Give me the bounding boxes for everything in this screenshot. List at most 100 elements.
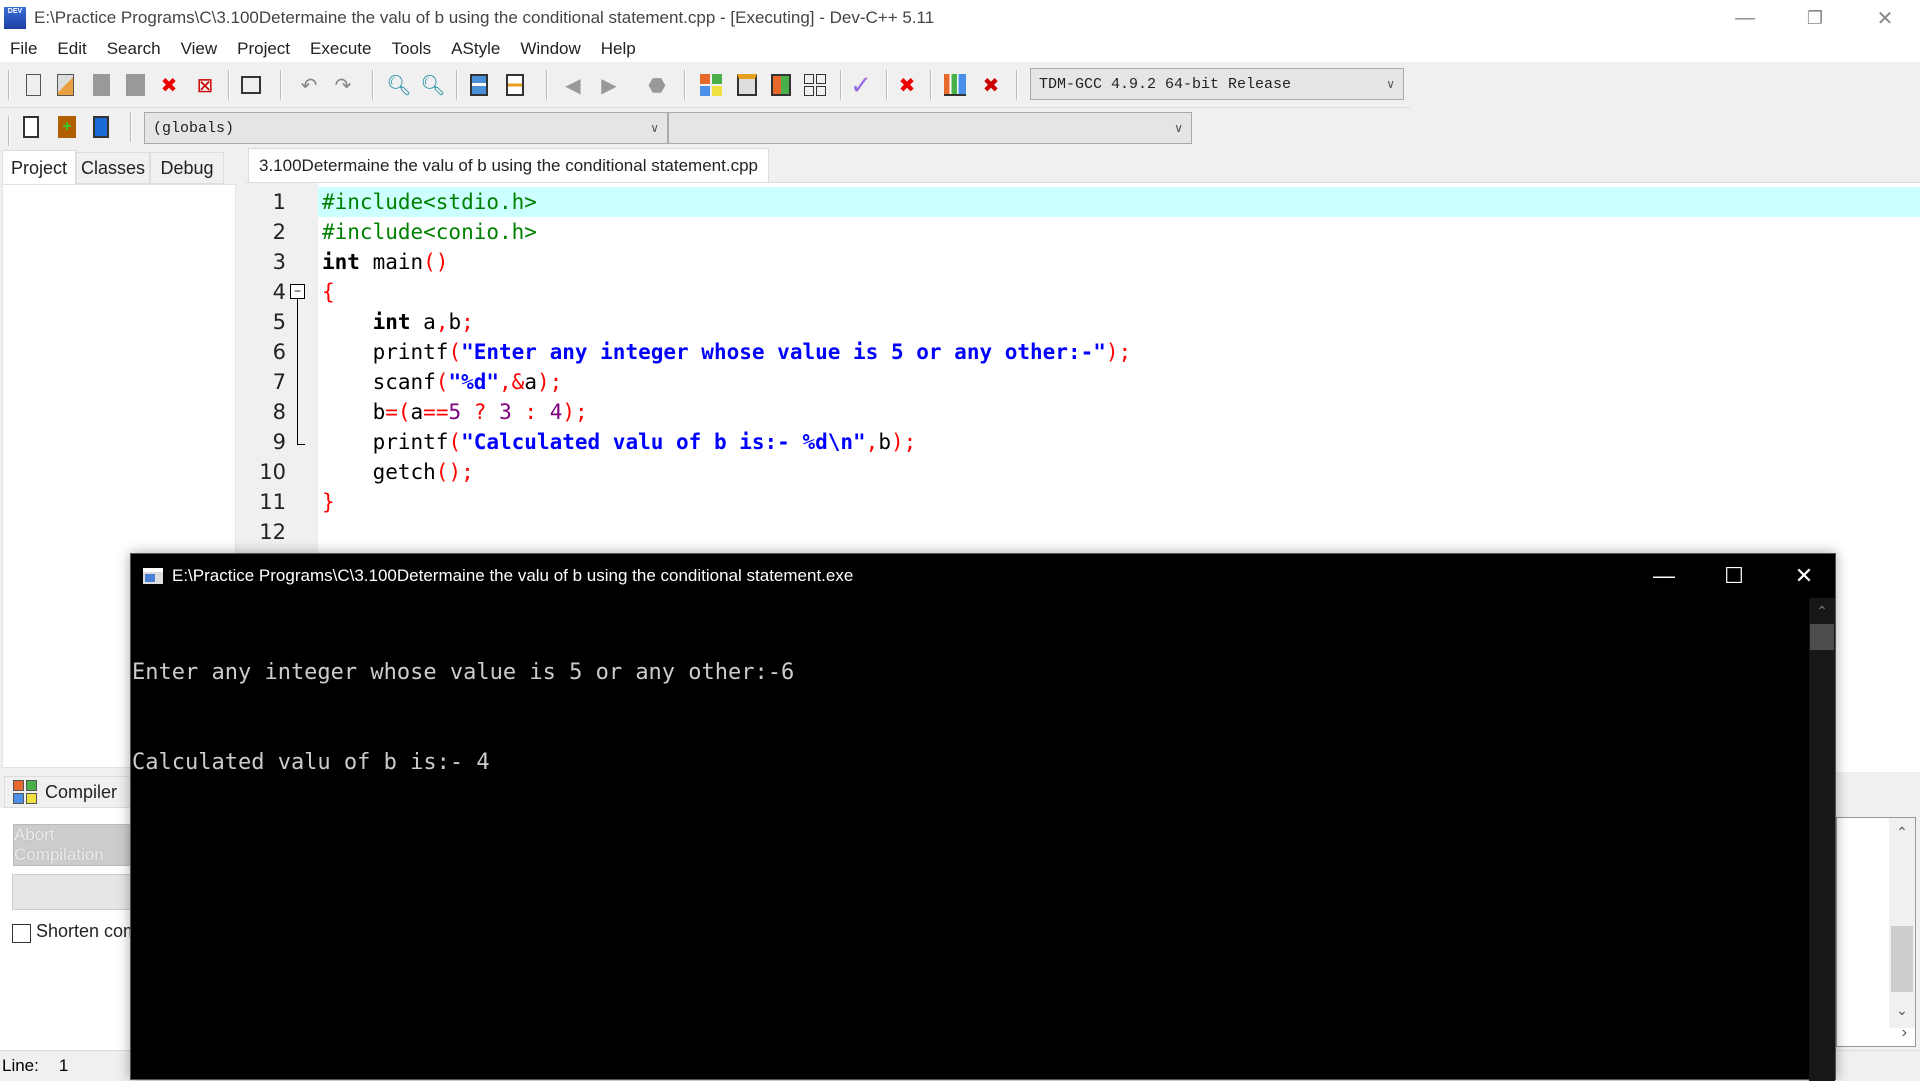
tab-compiler[interactable]: Compiler <box>4 776 134 808</box>
goto-line-icon[interactable] <box>502 72 528 98</box>
code-line: 9 printf("Calculated valu of b is:- %d\n… <box>246 427 1920 457</box>
tab-debug[interactable]: Debug <box>150 152 224 184</box>
scroll-thumb[interactable] <box>1810 624 1834 650</box>
restore-button[interactable]: ❐ <box>1780 0 1850 36</box>
new-file-icon[interactable] <box>20 72 46 98</box>
debug-icon[interactable]: ⬣ <box>644 72 670 98</box>
console-app-icon <box>143 568 163 584</box>
code-token: ); <box>562 400 588 424</box>
fold-collapse-icon[interactable]: − <box>290 284 305 299</box>
stop-execution-icon[interactable]: ✖ <box>894 72 920 98</box>
code-text: scanf("%d",&a); <box>322 367 563 397</box>
menu-search[interactable]: Search <box>97 39 171 59</box>
main-toolbar: ✖ ⊠ ↶ ↷ 🔍︎ 🔍︎ ◀ ▶ ⬣ ✓ ✖ ✖ TDM-GCC 4.9.2 … <box>0 62 1410 108</box>
chevron-down-icon: ∨ <box>650 121 659 135</box>
toolbar-separator <box>1016 70 1018 100</box>
compile-run-icon[interactable] <box>768 72 794 98</box>
menu-execute[interactable]: Execute <box>300 39 381 59</box>
toolbar-separator <box>546 70 548 100</box>
scroll-down-icon[interactable]: ⌄ <box>1889 1002 1915 1019</box>
code-token: printf <box>322 430 449 454</box>
globals-select[interactable]: (globals) ∨ <box>144 112 668 144</box>
rebuild-all-icon[interactable] <box>802 72 828 98</box>
menu-view[interactable]: View <box>171 39 228 59</box>
compile-log-panel: ⌃ ⌄ › <box>1836 772 1920 1050</box>
toolbar-separator <box>456 70 458 100</box>
add-to-project-icon[interactable]: + <box>54 114 80 140</box>
scroll-up-icon[interactable]: ⌃ <box>1809 598 1835 624</box>
toolbar-separator <box>372 70 374 100</box>
line-number: 12 <box>259 520 286 544</box>
tab-project[interactable]: Project <box>2 150 76 186</box>
menu-window[interactable]: Window <box>510 39 590 59</box>
new-project-icon[interactable] <box>18 114 44 140</box>
shorten-paths-checkbox[interactable] <box>12 924 31 943</box>
compiler-select[interactable]: TDM-GCC 4.9.2 64-bit Release ∨ <box>1030 68 1404 100</box>
code-token: a <box>524 370 537 394</box>
compiler-icon <box>13 780 37 804</box>
scroll-right-icon[interactable]: › <box>1902 1024 1907 1042</box>
save-all-icon[interactable] <box>122 72 148 98</box>
editor-tab[interactable]: 3.100Determaine the valu of b using the … <box>248 148 769 182</box>
print-icon[interactable] <box>238 72 264 98</box>
code-line: 10 getch(); <box>246 457 1920 487</box>
members-select[interactable]: ∨ <box>668 112 1192 144</box>
code-token: , <box>435 310 449 334</box>
code-token: 3 <box>499 400 512 424</box>
scroll-up-icon[interactable]: ⌃ <box>1889 824 1915 841</box>
close-button[interactable]: ✕ <box>1850 0 1920 36</box>
remove-from-project-icon[interactable] <box>88 114 114 140</box>
log-vertical-scrollbar[interactable]: ⌃ ⌄ <box>1889 818 1915 1028</box>
code-line: 6 printf("Enter any integer whose value … <box>246 337 1920 367</box>
code-token: ); <box>536 370 563 394</box>
toolbar-grip <box>8 116 10 146</box>
save-icon[interactable] <box>88 72 114 98</box>
console-maximize-button[interactable]: ☐ <box>1699 554 1769 598</box>
abort-compilation-button[interactable]: Abort Compilation <box>13 824 143 866</box>
delete-profile-icon[interactable]: ✖ <box>978 72 1004 98</box>
run-icon[interactable] <box>734 72 760 98</box>
replace-icon[interactable]: 🔍︎ <box>420 72 446 98</box>
code-token: printf <box>322 340 449 364</box>
tab-classes[interactable]: Classes <box>76 152 150 184</box>
code-line: 1 #include<stdio.h> <box>246 187 1920 217</box>
menu-file[interactable]: File <box>0 39 47 59</box>
forward-icon[interactable]: ▶ <box>596 72 622 98</box>
code-line: 2 #include<conio.h> <box>246 217 1920 247</box>
toolbar-grip <box>8 70 10 100</box>
menu-help[interactable]: Help <box>591 39 646 59</box>
menu-astyle[interactable]: AStyle <box>441 39 510 59</box>
compiler-select-value: TDM-GCC 4.9.2 64-bit Release <box>1039 75 1292 93</box>
syntax-check-icon[interactable]: ✓ <box>848 70 874 100</box>
undo-icon[interactable]: ↶ <box>296 72 322 98</box>
minimize-button[interactable]: — <box>1710 0 1780 36</box>
scroll-thumb[interactable] <box>1891 926 1913 992</box>
close-file-icon[interactable]: ✖ <box>156 72 182 98</box>
redo-icon[interactable]: ↷ <box>330 72 356 98</box>
console-close-button[interactable]: ✕ <box>1769 554 1839 598</box>
menu-project[interactable]: Project <box>227 39 300 59</box>
toggle-bookmark-icon[interactable] <box>466 72 492 98</box>
open-file-icon[interactable] <box>52 72 78 98</box>
code-token: 5 <box>448 400 462 424</box>
console-minimize-button[interactable]: — <box>1629 554 1699 598</box>
status-line-value: 1 <box>58 1055 69 1075</box>
console-line: Calculated valu of b is:- 4 <box>132 750 490 775</box>
console-window[interactable]: E:\Practice Programs\C\3.100Determaine t… <box>130 553 1839 1081</box>
console-vertical-scrollbar[interactable]: ⌃ <box>1809 598 1835 1081</box>
menu-edit[interactable]: Edit <box>47 39 96 59</box>
console-line: Enter any integer whose value is 5 or an… <box>132 660 795 685</box>
compile-icon[interactable] <box>698 72 724 98</box>
code-text: { <box>322 277 335 307</box>
code-text: int main() <box>322 247 448 277</box>
menu-tools[interactable]: Tools <box>381 39 441 59</box>
code-token: ( <box>435 370 449 394</box>
find-icon[interactable]: 🔍︎ <box>386 72 412 98</box>
back-icon[interactable]: ◀ <box>560 72 586 98</box>
profile-icon[interactable] <box>942 72 968 98</box>
code-line: 12 <box>246 517 1920 547</box>
compile-log[interactable]: ⌃ ⌄ › <box>1836 817 1916 1047</box>
close-all-icon[interactable]: ⊠ <box>192 72 218 98</box>
